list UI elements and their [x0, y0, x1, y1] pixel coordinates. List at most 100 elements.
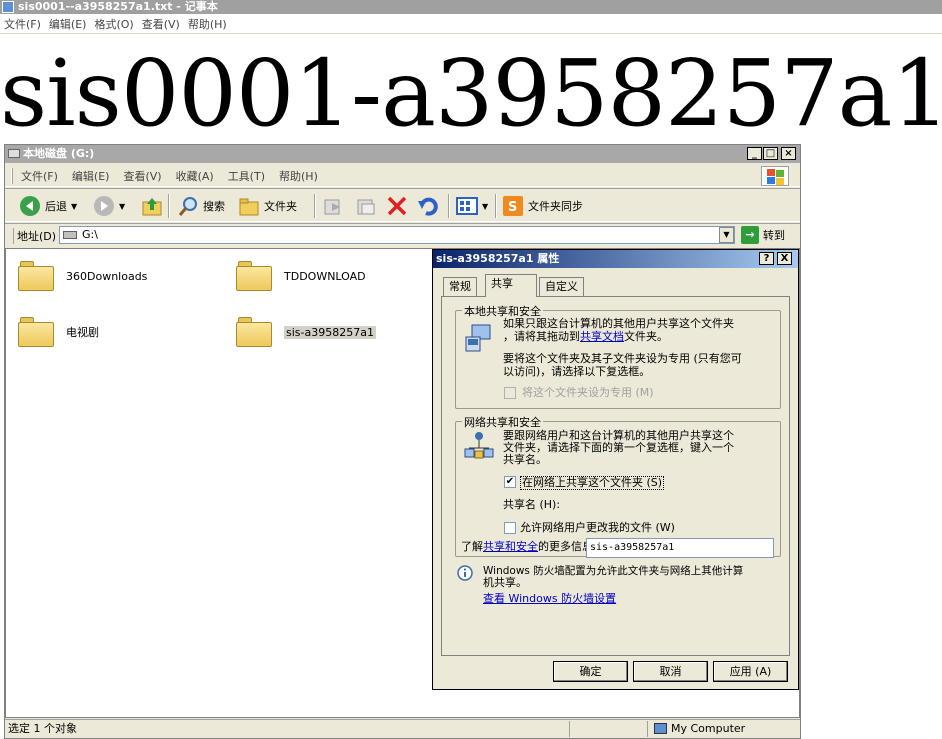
- drive-icon: [63, 231, 77, 239]
- learn-more-text: 了解共享和安全的更多信息。: [461, 541, 604, 553]
- address-value: G:\: [82, 228, 98, 241]
- back-label: 后退: [45, 200, 67, 213]
- toolbar-separator: [314, 194, 316, 218]
- dialog-close-button[interactable]: X: [777, 252, 792, 265]
- ok-button[interactable]: 确定: [553, 661, 628, 682]
- explorer-menu-view[interactable]: 查看(V): [123, 168, 161, 184]
- info-icon: [457, 565, 473, 581]
- dialog-title: sis-a3958257a1 属性: [436, 252, 560, 265]
- learn-prefix: 了解: [461, 540, 483, 553]
- folder-name: 电视剧: [66, 326, 99, 339]
- back-button[interactable]: 后退 ▼: [19, 193, 77, 219]
- search-label: 搜索: [203, 200, 225, 213]
- explorer-menu-tools[interactable]: 工具(T): [228, 168, 265, 184]
- firewall-settings-link[interactable]: 查看 Windows 防火墙设置: [483, 593, 616, 605]
- copy-to-button[interactable]: [355, 193, 377, 219]
- search-button[interactable]: 搜索: [177, 193, 225, 219]
- firewall-note-line2: 机共享。: [483, 576, 527, 589]
- allow-change-checkbox[interactable]: [504, 522, 516, 534]
- delete-button[interactable]: [386, 193, 408, 219]
- address-dropdown-button[interactable]: ▼: [719, 227, 734, 243]
- address-bar: 地址(D) G:\ ▼ → 转到: [5, 223, 800, 247]
- folder-sync-label: 文件夹同步: [528, 200, 583, 213]
- my-computer-icon: [654, 723, 667, 734]
- cancel-button[interactable]: 取消: [633, 661, 708, 682]
- notepad-menu-view[interactable]: 查看(V): [142, 16, 180, 32]
- explorer-toolbar: 后退 ▼ ▼ 搜索 文件夹 ▼ S 文件夹同步: [5, 188, 800, 222]
- windows-logo-icon: [761, 166, 789, 186]
- help-button[interactable]: ?: [759, 252, 774, 265]
- maximize-button[interactable]: □: [763, 147, 778, 160]
- notepad-menu-file[interactable]: 文件(F): [4, 16, 41, 32]
- folder-icon: [18, 261, 56, 291]
- make-private-label: 将这个文件夹设为专用 (M): [522, 386, 654, 399]
- notepad-icon: [2, 1, 14, 13]
- folder-name: 360Downloads: [66, 269, 148, 283]
- notepad-titlebar[interactable]: sis0001--a3958257a1.txt - 记事本: [0, 0, 942, 14]
- toolbar-separator: [495, 194, 497, 218]
- delete-icon: [387, 196, 407, 216]
- notepad-title: sis0001--a3958257a1.txt - 记事本: [18, 0, 218, 13]
- share-name-input[interactable]: sis-a3958257a1: [586, 538, 774, 558]
- status-zone: My Computer: [651, 721, 791, 737]
- dialog-titlebar[interactable]: sis-a3958257a1 属性 ? X: [433, 250, 798, 268]
- folder-item-selected[interactable]: sis-a3958257a1: [236, 317, 376, 347]
- folders-button[interactable]: 文件夹: [238, 193, 297, 219]
- close-button[interactable]: ×: [781, 147, 796, 160]
- folders-label: 文件夹: [264, 200, 297, 213]
- explorer-menu-edit[interactable]: 编辑(E): [72, 168, 110, 184]
- share-on-network-checkbox[interactable]: ✔: [504, 476, 516, 488]
- folder-item[interactable]: 360Downloads: [18, 261, 147, 291]
- folder-item[interactable]: TDDOWNLOAD: [236, 261, 366, 291]
- address-label: 地址(D): [13, 228, 56, 244]
- undo-button[interactable]: [417, 193, 439, 219]
- network-sharing-legend: 网络共享和安全: [462, 414, 543, 430]
- local-desc-line1: 如果只跟这台计算机的其他用户共享这个文件夹: [503, 317, 734, 330]
- address-input[interactable]: G:\: [59, 226, 735, 244]
- folder-name: TDDOWNLOAD: [284, 269, 366, 283]
- folder-item[interactable]: 电视剧: [18, 317, 99, 347]
- move-to-icon: [324, 199, 340, 215]
- tab-general[interactable]: 常规: [443, 277, 477, 296]
- search-icon: [178, 197, 197, 216]
- notepad-menu-help[interactable]: 帮助(H): [188, 16, 227, 32]
- network-share-icon: [464, 432, 494, 459]
- views-button[interactable]: ▼: [456, 193, 488, 219]
- private-desc-line2: 以访问)，请选择以下复选框。: [503, 365, 651, 378]
- sync-icon: S: [503, 196, 523, 216]
- explorer-menu-file[interactable]: 文件(F): [21, 168, 58, 184]
- up-folder-icon: [142, 198, 162, 216]
- notepad-menu-format[interactable]: 格式(O): [94, 16, 133, 32]
- explorer-menu-favorites[interactable]: 收藏(A): [176, 168, 214, 184]
- shared-documents-link[interactable]: 共享文档: [580, 330, 624, 343]
- tab-sharing[interactable]: 共享: [485, 274, 537, 297]
- notepad-menu-edit[interactable]: 编辑(E): [49, 16, 87, 32]
- forward-button[interactable]: ▼: [93, 193, 125, 219]
- folder-icon: [236, 317, 274, 347]
- local-desc-text-end: 文件夹。: [624, 330, 668, 343]
- minimize-button[interactable]: _: [747, 147, 762, 160]
- move-to-button[interactable]: [322, 193, 344, 219]
- network-sharing-group: 网络共享和安全 要跟网络用户和这台计算机的其他用户共享这个 文件夹，请选择下面的…: [455, 414, 781, 557]
- sharing-security-link[interactable]: 共享和安全: [483, 540, 538, 553]
- make-private-checkbox[interactable]: [504, 387, 516, 399]
- tab-customize[interactable]: 自定义: [539, 277, 584, 296]
- forward-dropdown-icon: ▼: [119, 201, 126, 211]
- folder-sync-button[interactable]: S 文件夹同步: [502, 193, 583, 219]
- notepad-text-content[interactable]: sis0001-a3958257a1: [0, 44, 942, 144]
- status-size: [573, 721, 648, 737]
- up-folder-button[interactable]: [141, 193, 163, 219]
- apply-button[interactable]: 应用 (A): [713, 661, 788, 682]
- status-zone-label: My Computer: [671, 722, 746, 735]
- notepad-menubar: 文件(F) 编辑(E) 格式(O) 查看(V) 帮助(H): [0, 14, 942, 34]
- views-dropdown-icon: ▼: [482, 201, 489, 211]
- go-button[interactable]: → 转到: [741, 226, 785, 244]
- copy-to-icon: [357, 199, 375, 215]
- folders-icon: [239, 198, 259, 216]
- explorer-titlebar[interactable]: 本地磁盘 (G:) _ □ ×: [5, 145, 800, 163]
- svg-text:S: S: [508, 200, 517, 215]
- status-selection: 选定 1 个对象: [5, 721, 570, 737]
- network-desc-line3: 共享名。: [503, 453, 547, 466]
- explorer-menu-help[interactable]: 帮助(H): [279, 168, 318, 184]
- local-desc-text: ，请将其拖动到: [503, 330, 580, 343]
